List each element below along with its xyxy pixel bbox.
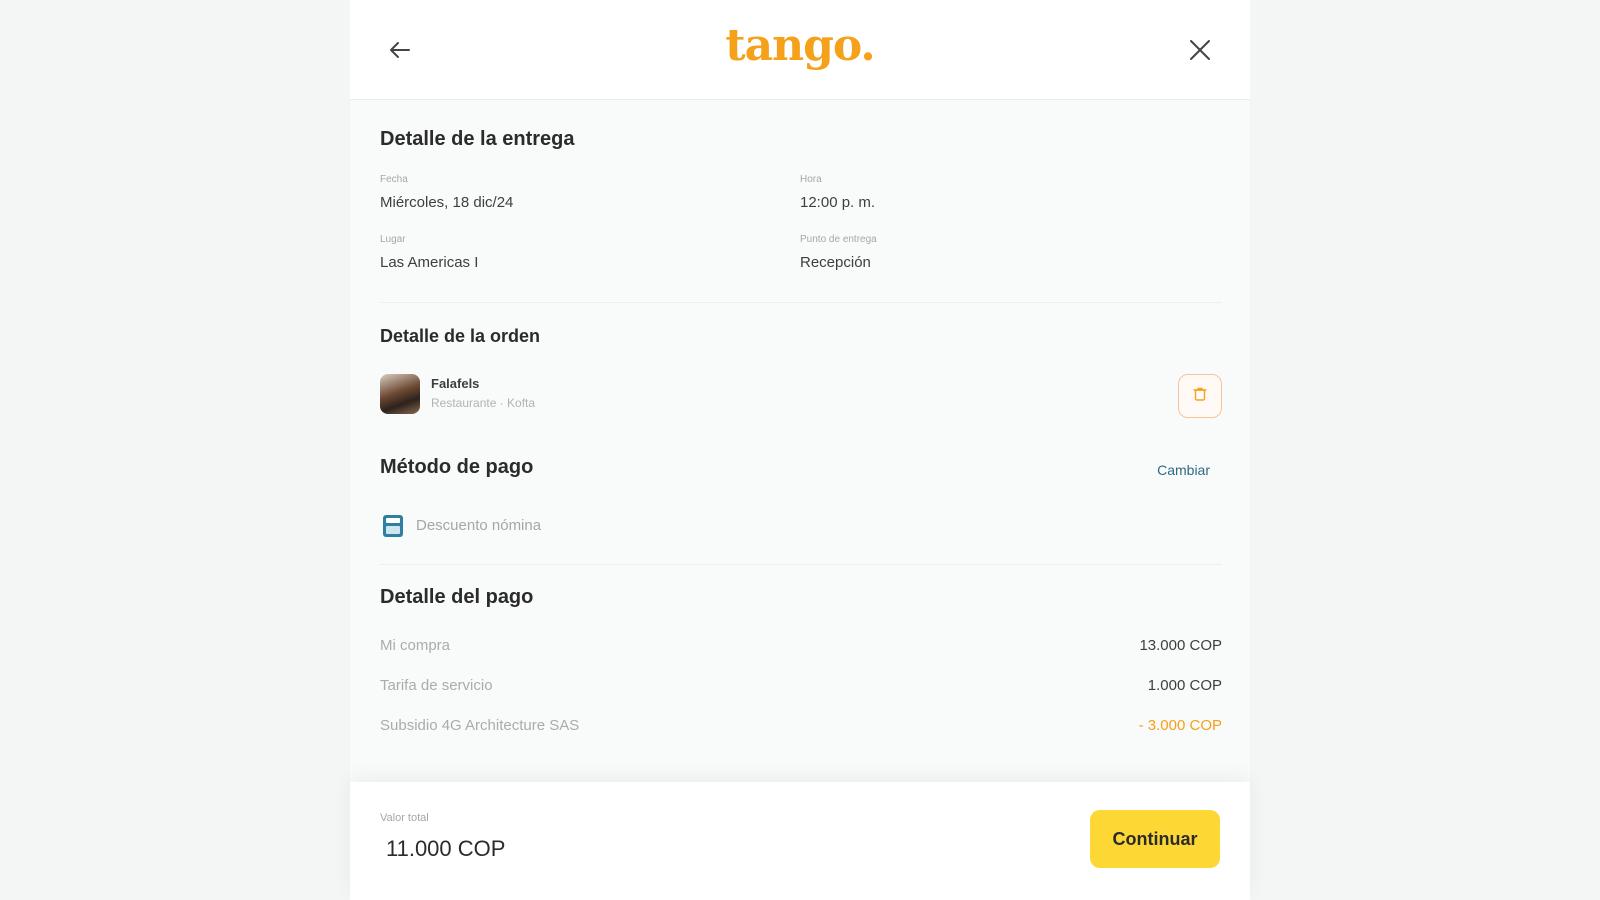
calculator-icon <box>382 514 404 538</box>
delivery-point-label: Punto de entrega <box>800 234 877 245</box>
close-button[interactable] <box>1182 34 1218 70</box>
purchase-label: Mi compra <box>380 637 451 654</box>
time-label: Hora <box>800 174 822 185</box>
total-label: Valor total <box>380 812 429 824</box>
date-value: Miércoles, 18 dic/24 <box>380 194 514 211</box>
order-item-subtitle: Restaurante · Kofta <box>431 396 536 410</box>
divider <box>380 564 1222 565</box>
divider <box>380 302 1222 303</box>
place-value: Las Americas I <box>380 254 479 271</box>
restaurant-thumbnail <box>380 374 420 414</box>
purchase-value: 13.000 COP <box>1139 637 1222 654</box>
header: tango. <box>350 0 1250 100</box>
checkout-footer: Valor total 11.000 COP Continuar <box>350 782 1250 900</box>
payment-method-title: Método de pago <box>380 456 534 478</box>
checkout-panel: tango. Detalle de la entrega Fecha Miérc… <box>350 0 1250 900</box>
service-fee-value: 1.000 COP <box>1147 677 1222 694</box>
close-icon <box>1188 38 1212 67</box>
brand-logo: tango. <box>725 20 875 71</box>
payment-detail-title: Detalle del pago <box>380 586 534 608</box>
place-label: Lugar <box>380 234 406 245</box>
continue-button[interactable]: Continuar <box>1090 810 1220 868</box>
time-value: 12:00 p. m. <box>800 194 876 211</box>
trash-icon <box>1192 386 1208 407</box>
delivery-section-title: Detalle de la entrega <box>380 128 575 150</box>
date-label: Fecha <box>380 174 408 185</box>
subsidy-label: Subsidio 4G Architecture SAS <box>380 717 580 734</box>
payment-method-label: Descuento nómina <box>416 517 542 534</box>
delete-order-button[interactable] <box>1178 374 1222 418</box>
change-payment-link[interactable]: Cambiar <box>1157 462 1210 478</box>
order-section-title: Detalle de la orden <box>380 326 541 346</box>
service-fee-label: Tarifa de servicio <box>380 677 493 694</box>
delivery-point-value: Recepción <box>800 254 871 271</box>
subsidy-value: - 3.000 COP <box>1138 717 1222 734</box>
order-item-name: Falafels <box>431 376 480 391</box>
total-value: 11.000 COP <box>386 836 506 861</box>
